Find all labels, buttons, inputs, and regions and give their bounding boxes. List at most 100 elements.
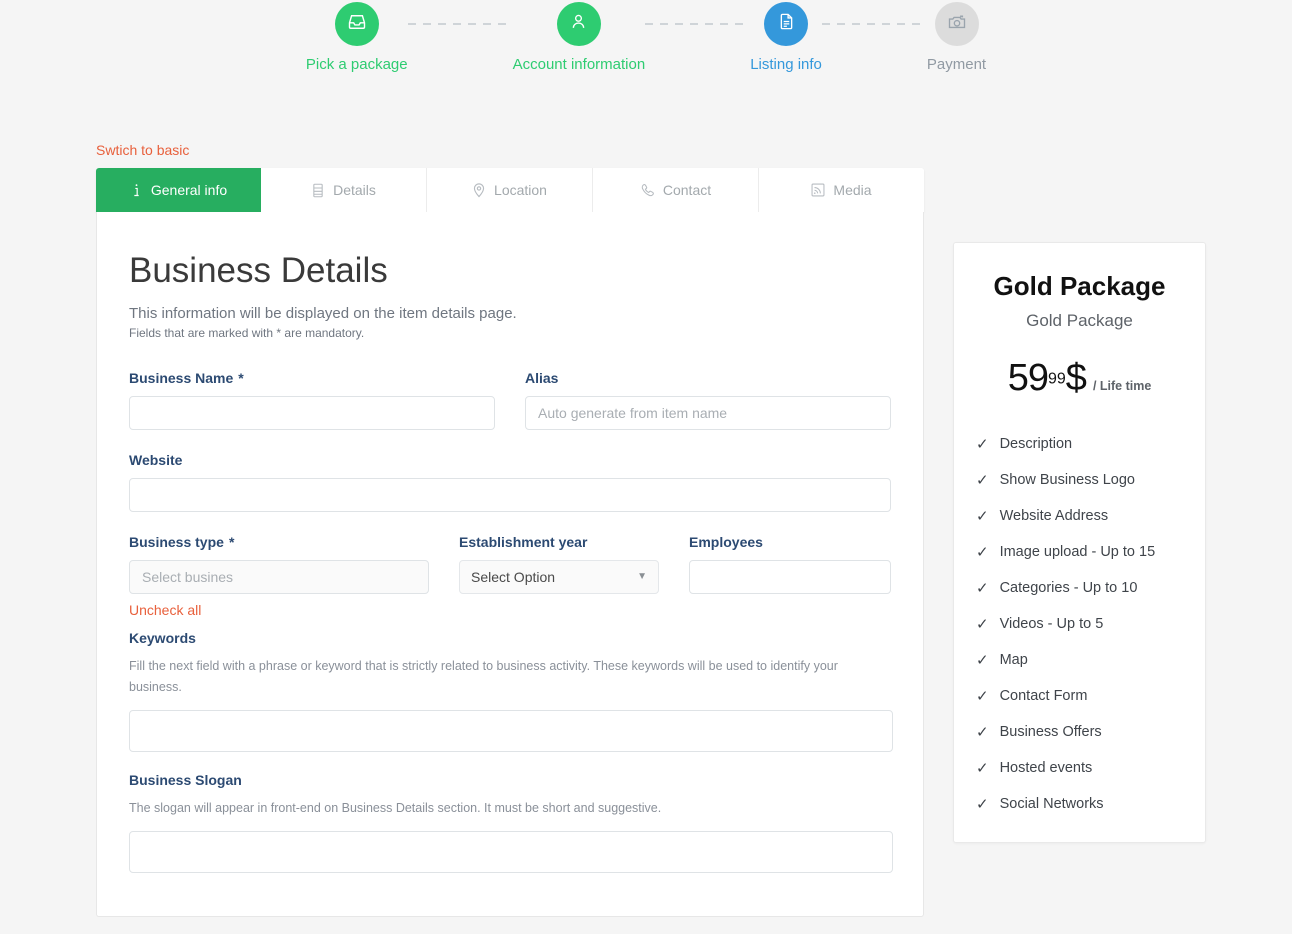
tab-location[interactable]: Location <box>427 168 593 212</box>
package-card: Gold Package Gold Package 5999$ / Life ti… <box>953 242 1206 843</box>
list-icon <box>311 183 325 198</box>
tab-media[interactable]: Media <box>759 168 924 212</box>
inbox-icon <box>347 12 367 37</box>
step-3-circle <box>764 2 809 46</box>
keywords-label: Keywords <box>129 629 196 646</box>
feature-label: Social Networks <box>999 796 1104 812</box>
field-establishment-year: Establishment year Select Option ▼ <box>459 534 659 618</box>
stepper-connector-1 <box>407 23 513 25</box>
tab-media-label: Media <box>833 182 872 198</box>
field-alias: Alias <box>525 370 891 430</box>
check-icon: ✓ <box>976 795 989 813</box>
price-currency: $ <box>1065 357 1087 399</box>
tab-general-info[interactable]: General info <box>96 168 261 212</box>
row-type-year-employees: Business type* Uncheck all Establishment… <box>129 534 891 618</box>
field-keywords: Keywords Fill the next field with a phra… <box>129 629 893 752</box>
step-4-circle <box>934 2 979 46</box>
feature-label: Map <box>999 652 1028 668</box>
keywords-input[interactable] <box>129 710 893 752</box>
list-item: ✓ Business Offers <box>976 724 1183 740</box>
feature-label: Categories - Up to 10 <box>999 580 1138 596</box>
website-label: Website <box>129 451 183 468</box>
price-amount: 59 <box>1007 357 1049 399</box>
form-subtitle: This information will be displayed on th… <box>129 304 517 322</box>
business-type-input[interactable] <box>129 559 429 594</box>
package-subtitle: Gold Package <box>1026 311 1133 330</box>
stepper-steps: Pick a package Account information Listi… <box>0 2 1292 72</box>
step-3-label: Listing info <box>750 56 822 73</box>
check-icon: ✓ <box>976 435 989 453</box>
check-icon: ✓ <box>976 543 989 561</box>
business-name-input[interactable] <box>129 395 495 430</box>
tab-general-info-label: General info <box>150 182 228 198</box>
stepper-connector-2 <box>645 23 751 25</box>
step-payment[interactable]: Payment <box>927 2 986 72</box>
feature-label: Image upload - Up to 15 <box>999 544 1156 560</box>
field-business-slogan: Business Slogan The slogan will appear i… <box>129 772 893 874</box>
establishment-year-select[interactable]: Select Option ▼ <box>459 559 659 594</box>
step-listing-info[interactable]: Listing info <box>750 2 822 72</box>
check-icon: ✓ <box>976 579 989 597</box>
list-item: ✓ Categories - Up to 10 <box>976 580 1183 596</box>
establishment-year-value: Select Option <box>471 568 556 585</box>
step-1-label: Pick a package <box>305 56 408 73</box>
tab-location-label: Location <box>494 182 547 198</box>
step-account-information[interactable]: Account information <box>512 2 646 73</box>
list-item: ✓ Hosted events <box>976 760 1183 776</box>
business-type-label: Business type * <box>129 533 235 550</box>
camera-icon <box>947 12 967 37</box>
employees-input[interactable] <box>689 559 891 594</box>
uncheck-all-link[interactable]: Uncheck all <box>129 602 429 618</box>
step-2-circle <box>556 2 601 46</box>
check-icon: ✓ <box>976 723 989 741</box>
list-item: ✓ Show Business Logo <box>976 472 1183 488</box>
package-sidebar: Gold Package Gold Package 5999$ / Life ti… <box>953 242 1206 843</box>
feature-label: Website Address <box>999 508 1109 524</box>
package-title: Gold Package <box>993 271 1166 301</box>
check-icon: ✓ <box>976 651 989 669</box>
feature-label: Business Offers <box>999 724 1102 740</box>
field-business-name: Business Name * <box>129 370 495 430</box>
main-content-column: Swtich to basic General info Details Loc… <box>96 142 924 917</box>
field-website: Website <box>129 452 891 512</box>
check-icon: ✓ <box>976 687 989 705</box>
alias-input[interactable] <box>525 395 891 430</box>
step-4-label: Payment <box>926 56 987 73</box>
check-icon: ✓ <box>976 471 989 489</box>
info-icon <box>130 183 143 198</box>
progress-stepper: Pick a package Account information Listi… <box>0 0 1292 100</box>
stepper-connector-3 <box>821 23 927 25</box>
tab-details[interactable]: Details <box>261 168 427 212</box>
alias-label: Alias <box>525 369 559 386</box>
step-2-label: Account information <box>512 56 646 73</box>
row-website: Website <box>129 452 891 512</box>
check-icon: ✓ <box>976 507 989 525</box>
list-item: ✓ Map <box>976 652 1183 668</box>
list-item: ✓ Image upload - Up to 15 <box>976 544 1183 560</box>
tab-details-label: Details <box>333 182 376 198</box>
tab-contact-label: Contact <box>662 182 712 198</box>
price-period: / Life time <box>1092 379 1152 393</box>
required-asterisk: * <box>238 369 244 386</box>
establishment-year-label: Establishment year <box>459 533 588 550</box>
website-input[interactable] <box>129 477 891 512</box>
business-slogan-input[interactable] <box>129 831 893 874</box>
field-employees: Employees <box>689 534 891 618</box>
price-cents: 99 <box>1048 370 1066 388</box>
required-asterisk: * <box>228 533 235 550</box>
tab-contact[interactable]: Contact <box>593 168 759 212</box>
business-slogan-label: Business Slogan <box>129 772 242 788</box>
business-name-label: Business Name * <box>129 369 244 386</box>
feature-label: Show Business Logo <box>999 472 1135 488</box>
switch-to-basic-link[interactable]: Swtich to basic <box>96 142 189 158</box>
list-item: ✓ Social Networks <box>976 796 1183 812</box>
form-tabs: General info Details Location Contact Me… <box>96 168 924 212</box>
row-name-alias: Business Name * Alias <box>129 370 891 430</box>
list-item: ✓ Videos - Up to 5 <box>976 616 1183 632</box>
map-pin-icon <box>472 182 486 198</box>
list-item: ✓ Website Address <box>976 508 1183 524</box>
feature-label: Videos - Up to 5 <box>999 616 1104 632</box>
step-pick-a-package[interactable]: Pick a package <box>306 2 408 72</box>
page-title: Business Details <box>129 251 388 290</box>
package-price: 5999$ / Life time <box>976 357 1183 400</box>
